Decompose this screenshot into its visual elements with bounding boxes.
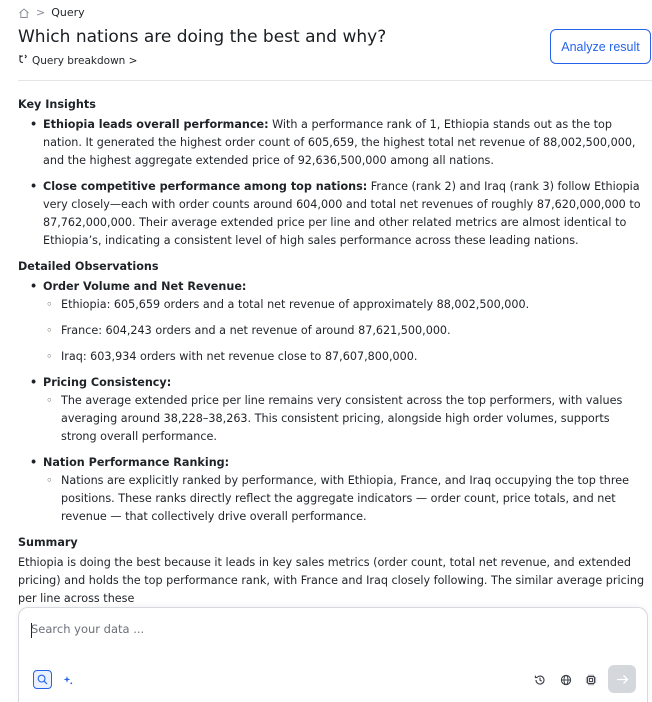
branch-icon (18, 54, 28, 67)
detailed-observations-heading: Detailed Observations (18, 260, 159, 273)
page-title: Which nations are doing the best and why… (18, 27, 387, 47)
insight-lead: Close competitive performance among top … (43, 180, 368, 193)
answer-content: Key Insights Ethiopia leads overall perf… (18, 96, 648, 608)
insight-lead: Ethiopia leads overall performance: (43, 118, 269, 131)
history-icon[interactable] (531, 671, 548, 688)
breadcrumb-current: Query (51, 6, 85, 19)
list-item: Close competitive performance among top … (30, 178, 648, 250)
list-item: Order Volume and Net Revenue: Ethiopia: … (30, 278, 648, 366)
group-title: Order Volume and Net Revenue: (43, 280, 247, 293)
key-insights-list: Ethiopia leads overall performance: With… (30, 116, 648, 250)
header-divider (18, 80, 652, 81)
query-breakdown-label: Query breakdown > (32, 54, 138, 67)
sub-list-item: Nations are explicitly ranked by perform… (43, 472, 648, 526)
group-title: Nation Performance Ranking: (43, 456, 230, 469)
search-input[interactable] (31, 622, 591, 636)
query-breakdown-link[interactable]: Query breakdown > (18, 54, 137, 67)
list-item: Ethiopia leads overall performance: With… (30, 116, 648, 170)
search-mode-button[interactable] (33, 670, 52, 689)
globe-icon[interactable] (557, 671, 574, 688)
sparkle-icon[interactable] (59, 671, 76, 688)
search-panel (18, 607, 648, 702)
chip-icon[interactable] (582, 671, 599, 688)
list-item: Pricing Consistency: The average extende… (30, 374, 648, 446)
sub-list-item: France: 604,243 orders and a net revenue… (43, 322, 648, 340)
key-insights-heading: Key Insights (18, 98, 96, 111)
sub-list-item: Ethiopia: 605,659 orders and a total net… (43, 296, 648, 314)
sub-list-item: The average extended price per line rema… (43, 392, 648, 446)
group-title: Pricing Consistency: (43, 376, 172, 389)
arrow-right-icon (616, 674, 628, 684)
home-icon[interactable] (18, 7, 30, 19)
sub-list-item: Iraq: 603,934 orders with net revenue cl… (43, 348, 648, 366)
sub-list: The average extended price per line rema… (43, 392, 648, 446)
chevron-right-icon: > (36, 6, 46, 19)
breadcrumb: > Query (18, 6, 85, 19)
analyze-result-button[interactable]: Analyze result (550, 29, 651, 64)
sub-list: Ethiopia: 605,659 orders and a total net… (43, 296, 648, 366)
send-button[interactable] (608, 665, 636, 693)
detailed-observations-list: Order Volume and Net Revenue: Ethiopia: … (30, 278, 648, 526)
summary-text: Ethiopia is doing the best because it le… (18, 556, 645, 605)
magnifier-icon (37, 674, 48, 685)
summary-heading: Summary (18, 536, 78, 549)
sub-list: Nations are explicitly ranked by perform… (43, 472, 648, 526)
list-item: Nation Performance Ranking: Nations are … (30, 454, 648, 526)
